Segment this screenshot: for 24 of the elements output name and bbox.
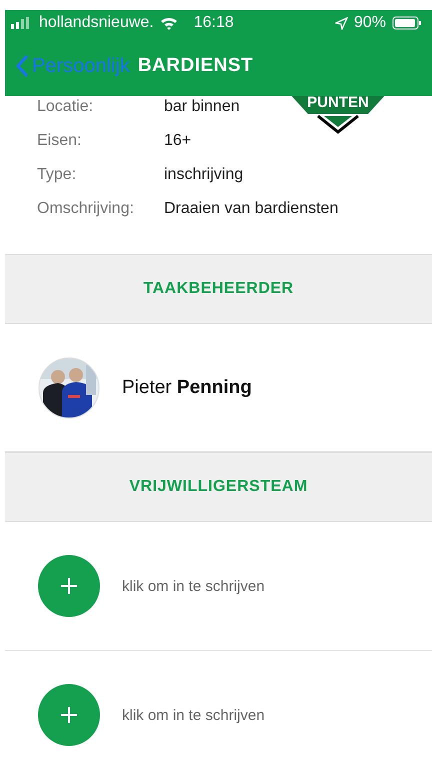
field-label: Omschrijving: xyxy=(37,200,135,218)
field-value: Draaien van bardiensten xyxy=(164,200,338,218)
field-value: inschrijving xyxy=(164,166,244,184)
person-name: Pieter Penning xyxy=(122,376,252,398)
chevron-icon xyxy=(316,114,360,134)
clock-time: 16:18 xyxy=(194,14,234,32)
field-label: Locatie: xyxy=(37,98,94,116)
carrier-name: hollandsnieuwe. xyxy=(39,14,154,32)
signup-label[interactable]: klik om in te schrijven xyxy=(122,578,265,594)
battery-percentage: 90% xyxy=(354,14,386,32)
page-title: BARDIENST xyxy=(138,55,254,77)
field-label: Type: xyxy=(37,166,78,184)
field-value: bar binnen xyxy=(164,98,240,116)
battery-icon xyxy=(392,16,422,30)
field-label: Eisen: xyxy=(37,132,82,150)
section-header: VRIJWILLIGERSTEAM xyxy=(5,452,432,522)
section-header: TAAKBEHEERDER xyxy=(5,254,432,324)
field-value: 16+ xyxy=(164,132,192,150)
back-chevron-icon xyxy=(15,54,29,78)
location-arrow-icon xyxy=(334,16,348,30)
plus-icon xyxy=(60,577,78,595)
plus-icon xyxy=(60,706,78,724)
signup-label[interactable]: klik om in te schrijven xyxy=(122,706,265,724)
wifi-icon xyxy=(160,16,178,30)
